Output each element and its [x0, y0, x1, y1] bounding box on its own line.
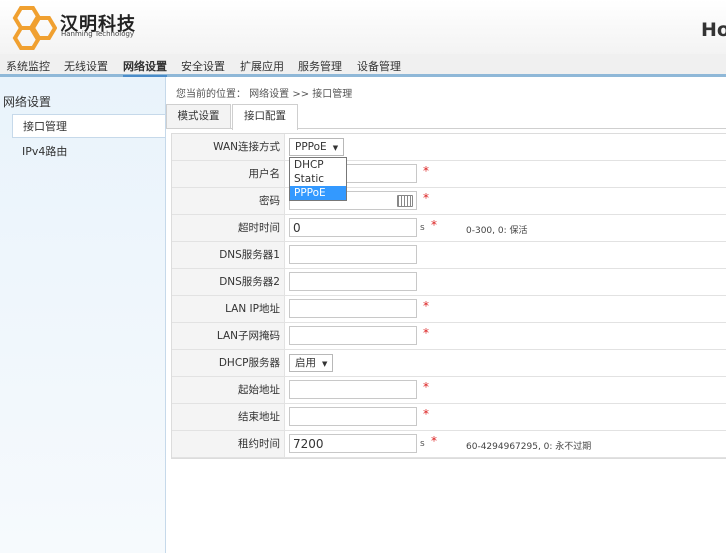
- required-mark: *: [423, 407, 429, 421]
- wan-mode-select[interactable]: PPPoE ▼: [289, 138, 345, 156]
- required-mark: *: [423, 326, 429, 340]
- timeout-unit: s: [420, 223, 425, 233]
- lan-mask-label: LAN子网掩码: [172, 323, 285, 349]
- nav-item-network-settings[interactable]: 网络设置: [123, 58, 167, 77]
- nav-item-security-settings[interactable]: 安全设置: [181, 58, 225, 74]
- dns1-input[interactable]: [289, 245, 417, 264]
- form-row-lease-time: 租约时间 7200 s * 60-4294967295, 0: 永不过期: [172, 431, 726, 458]
- form-row-dns2: DNS服务器2: [172, 269, 726, 296]
- sidebar-item-interface-management[interactable]: 接口管理: [12, 114, 165, 138]
- lease-time-hint: 60-4294967295, 0: 永不过期: [466, 442, 592, 452]
- tab-bar: 模式设置 接口配置: [166, 103, 726, 130]
- hexagon-logo-icon: [12, 6, 57, 50]
- dhcp-label: DHCP服务器: [172, 350, 285, 376]
- required-mark: *: [423, 164, 429, 178]
- header: 汉明科技 Hanming Technology Ho: [0, 0, 726, 54]
- keyboard-icon[interactable]: [397, 195, 413, 207]
- lease-time-input[interactable]: 7200: [289, 434, 417, 453]
- wan-mode-label: WAN连接方式: [172, 134, 285, 160]
- form-row-lan-ip: LAN IP地址 *: [172, 296, 726, 323]
- dns2-label: DNS服务器2: [172, 269, 285, 295]
- dropdown-option-static[interactable]: Static: [290, 172, 346, 186]
- nav-item-device-management[interactable]: 设备管理: [357, 58, 401, 74]
- top-nav: 系统监控 无线设置 网络设置 安全设置 扩展应用 服务管理 设备管理: [0, 54, 726, 77]
- form-row-start-address: 起始地址 *: [172, 377, 726, 404]
- form-row-end-address: 结束地址 *: [172, 404, 726, 431]
- nav-item-wireless-settings[interactable]: 无线设置: [64, 58, 108, 74]
- lease-time-unit: s: [420, 439, 425, 449]
- chevron-down-icon: ▼: [332, 144, 339, 152]
- nav-item-system-monitor[interactable]: 系统监控: [6, 58, 50, 74]
- end-address-input[interactable]: [289, 407, 417, 426]
- username-label: 用户名: [172, 161, 285, 187]
- tab-interface-config[interactable]: 接口配置: [232, 104, 298, 130]
- end-address-label: 结束地址: [172, 404, 285, 430]
- dropdown-option-dhcp[interactable]: DHCP: [290, 158, 346, 172]
- sidebar: 网络设置 接口管理 IPv4路由: [0, 77, 166, 553]
- lan-ip-input[interactable]: [289, 299, 417, 318]
- breadcrumb: 您当前的位置： 网络设置 >> 接口管理: [176, 89, 353, 100]
- dropdown-option-pppoe[interactable]: PPPoE: [290, 186, 346, 200]
- sidebar-item-ipv4-routing[interactable]: IPv4路由: [12, 140, 165, 164]
- header-right-title: Ho: [701, 19, 726, 41]
- form-row-wan-mode: WAN连接方式 PPPoE ▼: [172, 134, 726, 161]
- brand-name-en: Hanming Technology: [61, 30, 135, 38]
- form-row-dns1: DNS服务器1: [172, 242, 726, 269]
- lease-time-label: 租约时间: [172, 431, 285, 457]
- required-mark: *: [423, 380, 429, 394]
- lan-mask-input[interactable]: [289, 326, 417, 345]
- timeout-label: 超时时间: [172, 215, 285, 241]
- wan-mode-value: PPPoE: [295, 141, 327, 153]
- timeout-hint: 0-300, 0: 保活: [466, 226, 528, 236]
- start-address-input[interactable]: [289, 380, 417, 399]
- required-mark: *: [423, 299, 429, 313]
- required-mark: *: [431, 434, 437, 448]
- password-label: 密码: [172, 188, 285, 214]
- form-row-lan-mask: LAN子网掩码 *: [172, 323, 726, 350]
- dns2-input[interactable]: [289, 272, 417, 291]
- interface-config-form: WAN连接方式 PPPoE ▼ 用户名 * 密码 * 超时时间 0 s * 0-3…: [171, 133, 726, 459]
- required-mark: *: [423, 191, 429, 205]
- form-row-timeout: 超时时间 0 s * 0-300, 0: 保活: [172, 215, 726, 242]
- wan-mode-dropdown: DHCP Static PPPoE: [289, 157, 347, 201]
- timeout-input[interactable]: 0: [289, 218, 417, 237]
- required-mark: *: [431, 218, 437, 232]
- nav-item-extensions[interactable]: 扩展应用: [240, 58, 284, 74]
- lan-ip-label: LAN IP地址: [172, 296, 285, 322]
- chevron-down-icon: ▼: [322, 360, 328, 368]
- form-row-dhcp: DHCP服务器 启用 ▼: [172, 350, 726, 377]
- form-row-username: 用户名 *: [172, 161, 726, 188]
- tab-mode-settings[interactable]: 模式设置: [166, 104, 231, 128]
- sidebar-title: 网络设置: [3, 95, 52, 109]
- form-row-password: 密码 *: [172, 188, 726, 215]
- dhcp-value: 启用: [295, 357, 316, 369]
- dns1-label: DNS服务器1: [172, 242, 285, 268]
- start-address-label: 起始地址: [172, 377, 285, 403]
- dhcp-select[interactable]: 启用 ▼: [289, 354, 334, 372]
- nav-item-service-management[interactable]: 服务管理: [298, 58, 342, 74]
